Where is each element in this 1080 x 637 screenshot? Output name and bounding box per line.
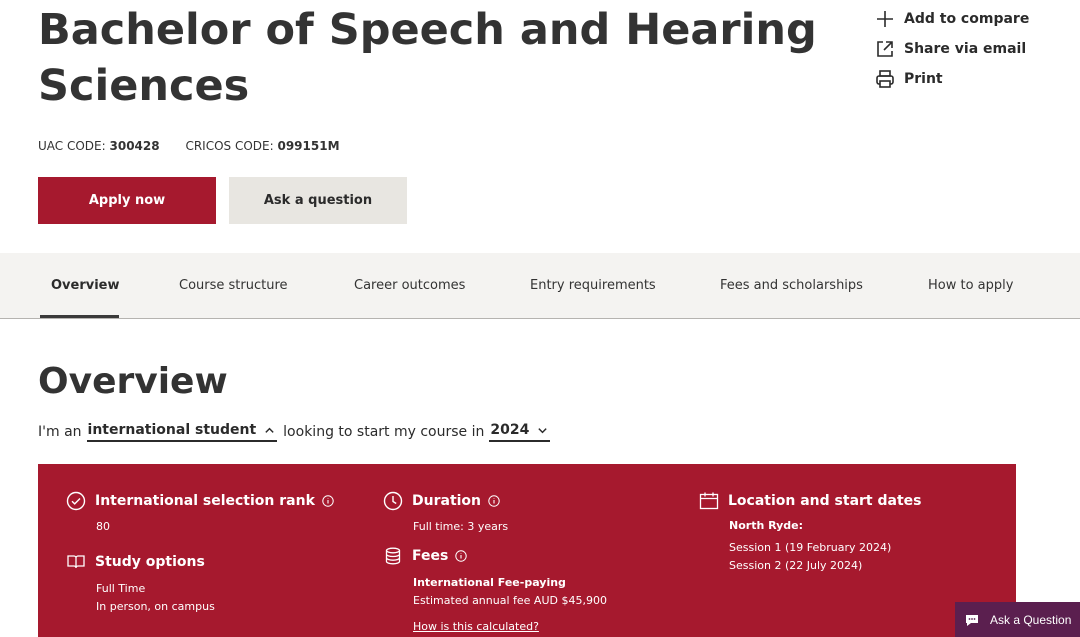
info-icon[interactable] [322,495,334,507]
tab-entry-requirements[interactable]: Entry requirements [530,253,656,318]
uac-code-value: 300428 [109,139,160,153]
active-tab-indicator [40,315,119,318]
print-label: Print [904,71,943,87]
info-icon[interactable] [455,550,468,562]
duration-item: Duration Full time: 3 years [383,491,508,536]
duration-title: Duration [412,493,482,509]
start-year-dropdown[interactable]: 2024 [489,422,551,442]
tab-fees-and-scholarships[interactable]: Fees and scholarships [720,253,863,318]
ask-a-question-button[interactable]: Ask a question [229,177,407,224]
share-via-email-label: Share via email [904,41,1027,57]
print-button[interactable]: Print [874,64,1029,94]
session-1: Session 1 (19 February 2024) [729,541,892,554]
study-options-title: Study options [95,554,205,570]
info-icon[interactable] [488,495,500,507]
selection-rank-item: International selection rank 80 [66,491,334,536]
fees-title: Fees [412,548,449,564]
ask-a-question-chat-button[interactable]: Ask a Question [955,602,1080,637]
share-via-email-button[interactable]: Share via email [874,34,1029,64]
fees-estimate: Estimated annual fee AUD $45,900 [413,594,607,607]
plus-icon [877,11,893,27]
cricos-code-value: 099151M [277,139,340,153]
chat-label: Ask a Question [990,612,1072,627]
fees-type: International Fee-paying [413,576,566,589]
tab-how-to-apply[interactable]: How to apply [928,253,1013,318]
clock-icon [383,491,403,511]
chevron-down-icon [538,427,548,433]
selector-prefix: I'm an [38,424,82,440]
tab-course-structure[interactable]: Course structure [179,253,288,318]
selection-rank-title: International selection rank [95,493,315,509]
book-icon [67,555,85,569]
selection-rank-value: 80 [96,520,110,533]
uac-code-label: UAC CODE: [38,139,106,153]
location-item: Location and start dates North Ryde: Ses… [699,491,921,575]
add-to-compare-label: Add to compare [904,11,1030,27]
study-options-line1: Full Time [96,582,146,595]
chat-icon [966,614,978,626]
apply-now-button[interactable]: Apply now [38,177,216,224]
student-type-dropdown[interactable]: international student [86,422,278,442]
course-summary-panel: International selection rank 80 Study op… [38,464,1016,637]
start-year-value: 2024 [490,422,530,438]
campus-name: North Ryde: [729,519,803,532]
study-options-item: Study options Full Time In person, on ca… [66,552,215,616]
check-circle-icon [66,491,86,511]
overview-heading: Overview [38,361,228,402]
calendar-icon [699,492,719,510]
session-2: Session 2 (22 July 2024) [729,559,863,572]
share-icon [877,41,893,57]
chevron-up-icon [265,427,274,433]
tab-career-outcomes[interactable]: Career outcomes [354,253,465,318]
duration-value: Full time: 3 years [413,520,509,533]
fees-calculation-link[interactable]: How is this calculated? [413,620,539,633]
fees-item: Fees International Fee-paying Estimated … [383,546,607,636]
selector-middle-text: looking to start my course in [283,424,485,440]
print-icon [876,70,894,88]
course-actions: Add to compare Share via email Print [874,4,1029,94]
cricos-code-label: CRICOS CODE: [185,139,274,153]
study-options-line2: In person, on campus [96,600,215,613]
course-tab-bar: Overview Course structure Career outcome… [0,253,1080,319]
student-type-value: international student [87,422,257,438]
page-title: Bachelor of Speech and Hearing Sciences [38,5,817,111]
student-selector: I'm an international student looking to … [38,422,556,442]
add-to-compare-button[interactable]: Add to compare [874,4,1029,34]
location-title: Location and start dates [728,493,922,509]
coins-icon [385,547,401,565]
course-codes: UAC CODE: 300428 CRICOS CODE: 099151M [38,139,340,153]
tab-overview[interactable]: Overview [51,253,120,318]
